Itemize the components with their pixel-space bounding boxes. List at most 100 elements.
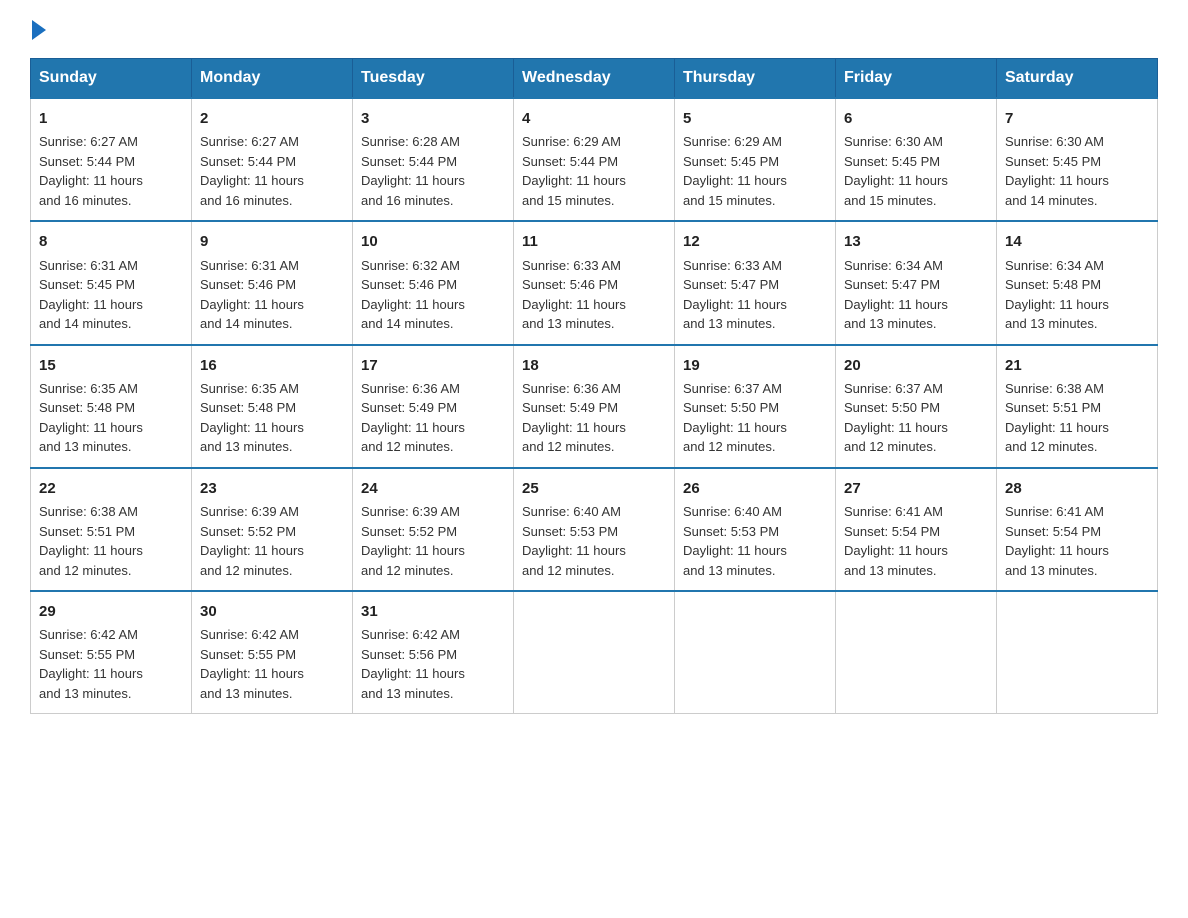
day-number: 30 <box>200 600 344 623</box>
day-number: 18 <box>522 354 666 377</box>
week-row-4: 22Sunrise: 6:38 AMSunset: 5:51 PMDayligh… <box>31 468 1158 591</box>
week-row-5: 29Sunrise: 6:42 AMSunset: 5:55 PMDayligh… <box>31 591 1158 714</box>
calendar-cell: 6Sunrise: 6:30 AMSunset: 5:45 PMDaylight… <box>836 98 997 221</box>
day-info: Sunrise: 6:41 AMSunset: 5:54 PMDaylight:… <box>1005 502 1149 580</box>
day-number: 21 <box>1005 354 1149 377</box>
day-number: 3 <box>361 107 505 130</box>
day-number: 7 <box>1005 107 1149 130</box>
calendar-cell: 7Sunrise: 6:30 AMSunset: 5:45 PMDaylight… <box>997 98 1158 221</box>
day-number: 25 <box>522 477 666 500</box>
day-number: 23 <box>200 477 344 500</box>
calendar-cell: 10 Sunrise: 6:32 AMSunset: 5:46 PMDayligh… <box>353 221 514 344</box>
day-number: 19 <box>683 354 827 377</box>
day-number: 2 <box>200 107 344 130</box>
logo <box>30 20 46 40</box>
day-header-monday: Monday <box>192 59 353 99</box>
calendar-cell: 19Sunrise: 6:37 AMSunset: 5:50 PMDayligh… <box>675 345 836 468</box>
calendar-cell: 17Sunrise: 6:36 AMSunset: 5:49 PMDayligh… <box>353 345 514 468</box>
calendar-cell: 5Sunrise: 6:29 AMSunset: 5:45 PMDaylight… <box>675 98 836 221</box>
day-info: Sunrise: 6:36 AMSunset: 5:49 PMDaylight:… <box>361 379 505 457</box>
day-number: 10 <box>361 230 505 253</box>
calendar-cell: 2Sunrise: 6:27 AMSunset: 5:44 PMDaylight… <box>192 98 353 221</box>
day-info: Sunrise: 6:28 AMSunset: 5:44 PMDaylight:… <box>361 132 505 210</box>
day-number: 11 <box>522 230 666 253</box>
day-header-row: SundayMondayTuesdayWednesdayThursdayFrid… <box>31 59 1158 99</box>
day-info: Sunrise: 6:29 AMSunset: 5:45 PMDaylight:… <box>683 132 827 210</box>
calendar-cell: 16Sunrise: 6:35 AMSunset: 5:48 PMDayligh… <box>192 345 353 468</box>
day-number: 6 <box>844 107 988 130</box>
calendar-cell <box>514 591 675 714</box>
calendar-cell: 20Sunrise: 6:37 AMSunset: 5:50 PMDayligh… <box>836 345 997 468</box>
calendar-cell <box>836 591 997 714</box>
day-info: Sunrise: 6:39 AMSunset: 5:52 PMDaylight:… <box>200 502 344 580</box>
calendar-cell: 11 Sunrise: 6:33 AMSunset: 5:46 PMDayligh… <box>514 221 675 344</box>
day-number: 28 <box>1005 477 1149 500</box>
day-info: Sunrise: 6:33 AMSunset: 5:47 PMDaylight:… <box>683 256 827 334</box>
calendar-cell: 29Sunrise: 6:42 AMSunset: 5:55 PMDayligh… <box>31 591 192 714</box>
day-header-wednesday: Wednesday <box>514 59 675 99</box>
day-info: Sunrise: 6:36 AMSunset: 5:49 PMDaylight:… <box>522 379 666 457</box>
calendar-cell: 1Sunrise: 6:27 AMSunset: 5:44 PMDaylight… <box>31 98 192 221</box>
day-info: Sunrise: 6:37 AMSunset: 5:50 PMDaylight:… <box>683 379 827 457</box>
calendar-cell <box>997 591 1158 714</box>
calendar-cell <box>675 591 836 714</box>
day-header-saturday: Saturday <box>997 59 1158 99</box>
day-info: Sunrise: 6:31 AMSunset: 5:45 PMDaylight:… <box>39 256 183 334</box>
day-number: 15 <box>39 354 183 377</box>
day-number: 9 <box>200 230 344 253</box>
day-info: Sunrise: 6:39 AMSunset: 5:52 PMDaylight:… <box>361 502 505 580</box>
day-number: 4 <box>522 107 666 130</box>
week-row-2: 8 Sunrise: 6:31 AMSunset: 5:45 PMDaylight… <box>31 221 1158 344</box>
day-number: 1 <box>39 107 183 130</box>
logo-arrow-icon <box>32 20 46 40</box>
day-info: Sunrise: 6:42 AMSunset: 5:56 PMDaylight:… <box>361 625 505 703</box>
day-info: Sunrise: 6:37 AMSunset: 5:50 PMDaylight:… <box>844 379 988 457</box>
day-header-friday: Friday <box>836 59 997 99</box>
calendar-cell: 25Sunrise: 6:40 AMSunset: 5:53 PMDayligh… <box>514 468 675 591</box>
day-info: Sunrise: 6:38 AMSunset: 5:51 PMDaylight:… <box>1005 379 1149 457</box>
calendar-cell: 27Sunrise: 6:41 AMSunset: 5:54 PMDayligh… <box>836 468 997 591</box>
day-info: Sunrise: 6:32 AMSunset: 5:46 PMDaylight:… <box>361 256 505 334</box>
calendar-cell: 13Sunrise: 6:34 AMSunset: 5:47 PMDayligh… <box>836 221 997 344</box>
day-number: 17 <box>361 354 505 377</box>
day-info: Sunrise: 6:35 AMSunset: 5:48 PMDaylight:… <box>39 379 183 457</box>
calendar-cell: 12 Sunrise: 6:33 AMSunset: 5:47 PMDayligh… <box>675 221 836 344</box>
day-info: Sunrise: 6:29 AMSunset: 5:44 PMDaylight:… <box>522 132 666 210</box>
day-number: 24 <box>361 477 505 500</box>
calendar-cell: 31Sunrise: 6:42 AMSunset: 5:56 PMDayligh… <box>353 591 514 714</box>
day-number: 29 <box>39 600 183 623</box>
day-number: 31 <box>361 600 505 623</box>
calendar-cell: 24Sunrise: 6:39 AMSunset: 5:52 PMDayligh… <box>353 468 514 591</box>
calendar-cell: 9Sunrise: 6:31 AMSunset: 5:46 PMDaylight… <box>192 221 353 344</box>
day-info: Sunrise: 6:30 AMSunset: 5:45 PMDaylight:… <box>844 132 988 210</box>
calendar-cell: 4Sunrise: 6:29 AMSunset: 5:44 PMDaylight… <box>514 98 675 221</box>
calendar-cell: 3Sunrise: 6:28 AMSunset: 5:44 PMDaylight… <box>353 98 514 221</box>
day-info: Sunrise: 6:38 AMSunset: 5:51 PMDaylight:… <box>39 502 183 580</box>
day-number: 27 <box>844 477 988 500</box>
calendar-cell: 14 Sunrise: 6:34 AMSunset: 5:48 PMDayligh… <box>997 221 1158 344</box>
calendar-cell: 8 Sunrise: 6:31 AMSunset: 5:45 PMDaylight… <box>31 221 192 344</box>
day-header-tuesday: Tuesday <box>353 59 514 99</box>
day-info: Sunrise: 6:27 AMSunset: 5:44 PMDaylight:… <box>39 132 183 210</box>
day-info: Sunrise: 6:30 AMSunset: 5:45 PMDaylight:… <box>1005 132 1149 210</box>
day-info: Sunrise: 6:42 AMSunset: 5:55 PMDaylight:… <box>39 625 183 703</box>
calendar-cell: 30Sunrise: 6:42 AMSunset: 5:55 PMDayligh… <box>192 591 353 714</box>
week-row-3: 15Sunrise: 6:35 AMSunset: 5:48 PMDayligh… <box>31 345 1158 468</box>
day-info: Sunrise: 6:34 AMSunset: 5:48 PMDaylight:… <box>1005 256 1149 334</box>
day-info: Sunrise: 6:33 AMSunset: 5:46 PMDaylight:… <box>522 256 666 334</box>
calendar-cell: 22Sunrise: 6:38 AMSunset: 5:51 PMDayligh… <box>31 468 192 591</box>
day-info: Sunrise: 6:40 AMSunset: 5:53 PMDaylight:… <box>683 502 827 580</box>
day-info: Sunrise: 6:41 AMSunset: 5:54 PMDaylight:… <box>844 502 988 580</box>
day-number: 8 <box>39 230 183 253</box>
calendar-cell: 23Sunrise: 6:39 AMSunset: 5:52 PMDayligh… <box>192 468 353 591</box>
calendar-cell: 21Sunrise: 6:38 AMSunset: 5:51 PMDayligh… <box>997 345 1158 468</box>
day-info: Sunrise: 6:34 AMSunset: 5:47 PMDaylight:… <box>844 256 988 334</box>
day-number: 12 <box>683 230 827 253</box>
calendar-cell: 15Sunrise: 6:35 AMSunset: 5:48 PMDayligh… <box>31 345 192 468</box>
day-number: 5 <box>683 107 827 130</box>
day-number: 22 <box>39 477 183 500</box>
day-info: Sunrise: 6:27 AMSunset: 5:44 PMDaylight:… <box>200 132 344 210</box>
day-header-thursday: Thursday <box>675 59 836 99</box>
calendar-table: SundayMondayTuesdayWednesdayThursdayFrid… <box>30 58 1158 714</box>
day-number: 14 <box>1005 230 1149 253</box>
